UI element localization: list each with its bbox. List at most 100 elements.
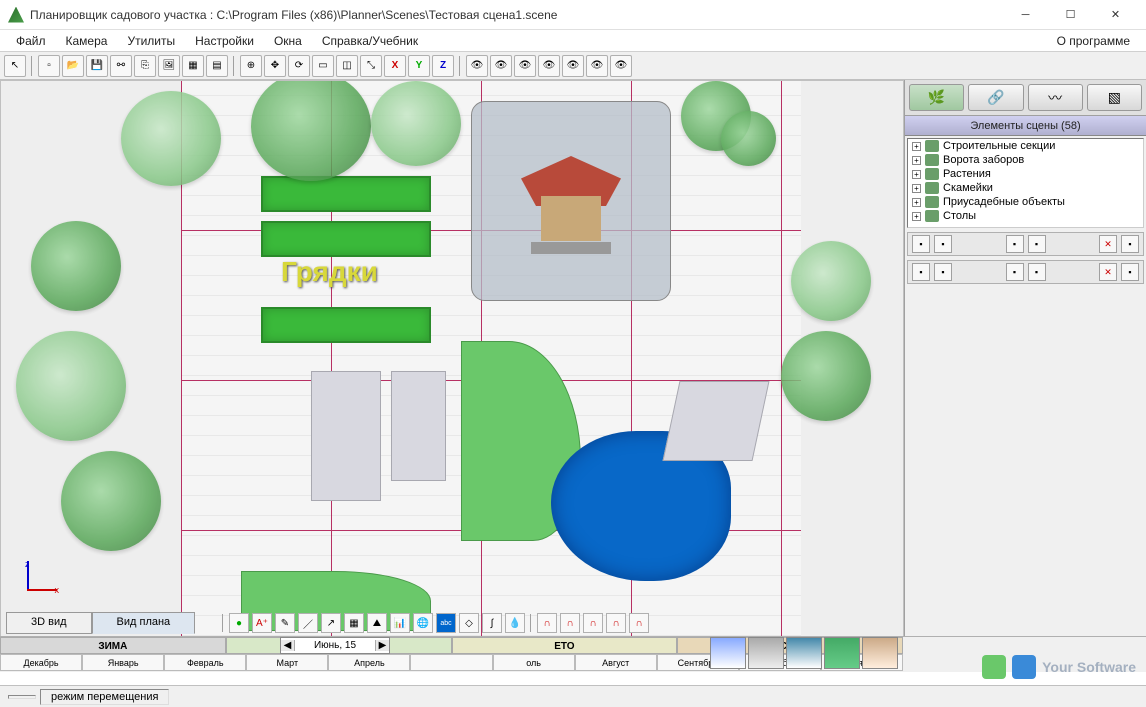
text-a-icon[interactable]: A⁺ (252, 613, 272, 633)
tree[interactable] (16, 331, 126, 441)
mini-btn-icon[interactable]: ▪ (1121, 235, 1139, 253)
tree-item[interactable]: +Приусадебные объекты (908, 195, 1143, 209)
rotate-icon[interactable]: ⟳ (288, 55, 310, 77)
sky-thumb[interactable] (862, 637, 898, 669)
month-cell[interactable]: Январь (82, 654, 164, 671)
garden-bed[interactable] (261, 307, 431, 343)
open-icon[interactable]: 📂 (62, 55, 84, 77)
maximize-button[interactable]: ☐ (1048, 0, 1093, 30)
landscape-icon[interactable]: ⛰ (367, 613, 387, 633)
tree-item[interactable]: +Столы (908, 209, 1143, 223)
mini-btn-icon[interactable]: ▪ (1006, 263, 1024, 281)
season-summer[interactable]: ЕТО (452, 637, 678, 654)
menu-camera[interactable]: Камера (56, 32, 118, 50)
menu-about[interactable]: О программе (1047, 32, 1140, 50)
tree[interactable] (31, 221, 121, 311)
magnet-icon[interactable]: ∩ (537, 613, 557, 633)
grid-icon[interactable]: ▦ (182, 55, 204, 77)
camera-4-icon[interactable]: 👁 (538, 55, 560, 77)
tree[interactable] (371, 81, 461, 166)
scale-icon[interactable]: ⤡ (360, 55, 382, 77)
chart-icon[interactable]: 📊 (390, 613, 410, 633)
magnet-icon[interactable]: ∩ (606, 613, 626, 633)
mini-btn-icon[interactable]: ▪ (1028, 263, 1046, 281)
abc-icon[interactable]: abc (436, 613, 456, 633)
gravel-path[interactable] (311, 371, 381, 501)
month-cell[interactable]: оль (493, 654, 575, 671)
menu-utilities[interactable]: Утилиты (117, 32, 185, 50)
delete-icon[interactable]: ✕ (1099, 263, 1117, 281)
save-icon[interactable]: 💾 (86, 55, 108, 77)
mini-btn-icon[interactable]: ▪ (1006, 235, 1024, 253)
tab-shapes-icon[interactable]: 〰 (1028, 84, 1083, 111)
date-prev-icon[interactable]: ◀ (281, 640, 295, 651)
camera-1-icon[interactable]: 👁 (466, 55, 488, 77)
tree[interactable] (121, 91, 221, 186)
axis-z-button[interactable]: Z (432, 55, 454, 77)
mini-btn-icon[interactable]: ▪ (1028, 235, 1046, 253)
grid-small-icon[interactable]: ▦ (344, 613, 364, 633)
scene-tree[interactable]: +Строительные секции +Ворота заборов +Ра… (907, 138, 1144, 228)
sky-thumb[interactable] (786, 637, 822, 669)
month-cell[interactable]: Август (575, 654, 657, 671)
camera-5-icon[interactable]: 👁 (562, 55, 584, 77)
tree[interactable] (721, 111, 776, 166)
line-icon[interactable]: ／ (298, 613, 318, 633)
tab-objects-icon[interactable]: ▧ (1087, 84, 1142, 111)
house-preview-overlay[interactable] (471, 101, 671, 301)
curve-icon[interactable]: ∫ (482, 613, 502, 633)
magnet-icon[interactable]: ∩ (629, 613, 649, 633)
menu-file[interactable]: Файл (6, 32, 56, 50)
graph-icon[interactable]: ↗ (321, 613, 341, 633)
menu-windows[interactable]: Окна (264, 32, 312, 50)
tree[interactable] (781, 331, 871, 421)
pencil-icon[interactable]: ✎ (275, 613, 295, 633)
delete-icon[interactable]: ✕ (1099, 235, 1117, 253)
design-canvas[interactable]: Грядки z x (0, 80, 904, 660)
table-icon[interactable]: ▤ (206, 55, 228, 77)
camera-6-icon[interactable]: 👁 (586, 55, 608, 77)
menu-help[interactable]: Справка/Учебник (312, 32, 428, 50)
garden-bed[interactable] (261, 176, 431, 212)
select-rect-icon[interactable]: ▭ (312, 55, 334, 77)
close-button[interactable]: ✕ (1093, 0, 1138, 30)
minimize-button[interactable]: ─ (1003, 0, 1048, 30)
mini-btn-icon[interactable]: ▪ (912, 235, 930, 253)
tree[interactable] (791, 241, 871, 321)
month-cell[interactable]: Декабрь (0, 654, 82, 671)
link-icon[interactable]: ⚯ (110, 55, 132, 77)
tree[interactable] (61, 451, 161, 551)
green-dot-icon[interactable]: ● (229, 613, 249, 633)
tab-3d-view[interactable]: 3D вид (6, 612, 92, 634)
drop-icon[interactable]: 💧 (505, 613, 525, 633)
axis-y-button[interactable]: Y (408, 55, 430, 77)
season-winter[interactable]: ЗИМА (0, 637, 226, 654)
pointer-tool-icon[interactable]: ↖ (4, 55, 26, 77)
gravel-path[interactable] (662, 381, 769, 461)
tree-item[interactable]: +Ворота заборов (908, 153, 1143, 167)
camera-2-icon[interactable]: 👁 (490, 55, 512, 77)
sky-thumb[interactable] (824, 637, 860, 669)
new-icon[interactable]: ▫ (38, 55, 60, 77)
mini-btn-icon[interactable]: ▪ (934, 235, 952, 253)
tab-plan-view[interactable]: Вид плана (92, 612, 196, 634)
shape-icon[interactable]: ◇ (459, 613, 479, 633)
sky-thumb[interactable] (710, 637, 746, 669)
axis-x-button[interactable]: X (384, 55, 406, 77)
gravel-path[interactable] (391, 371, 446, 481)
mini-btn-icon[interactable]: ▪ (934, 263, 952, 281)
globe-icon[interactable]: 🌐 (413, 613, 433, 633)
magnet-icon[interactable]: ∩ (560, 613, 580, 633)
copy-icon[interactable]: ⎘ (134, 55, 156, 77)
sky-thumb[interactable] (748, 637, 784, 669)
move-icon[interactable]: ✥ (264, 55, 286, 77)
garden-bed[interactable] (261, 221, 431, 257)
menu-settings[interactable]: Настройки (185, 32, 264, 50)
camera-7-icon[interactable]: 👁 (610, 55, 632, 77)
select-area-icon[interactable]: ◫ (336, 55, 358, 77)
month-cell[interactable]: Февраль (164, 654, 246, 671)
month-cell[interactable]: Март (246, 654, 328, 671)
target-icon[interactable]: ⊕ (240, 55, 262, 77)
tab-plants-icon[interactable]: 🌿 (909, 84, 964, 111)
tree-item[interactable]: +Растения (908, 167, 1143, 181)
